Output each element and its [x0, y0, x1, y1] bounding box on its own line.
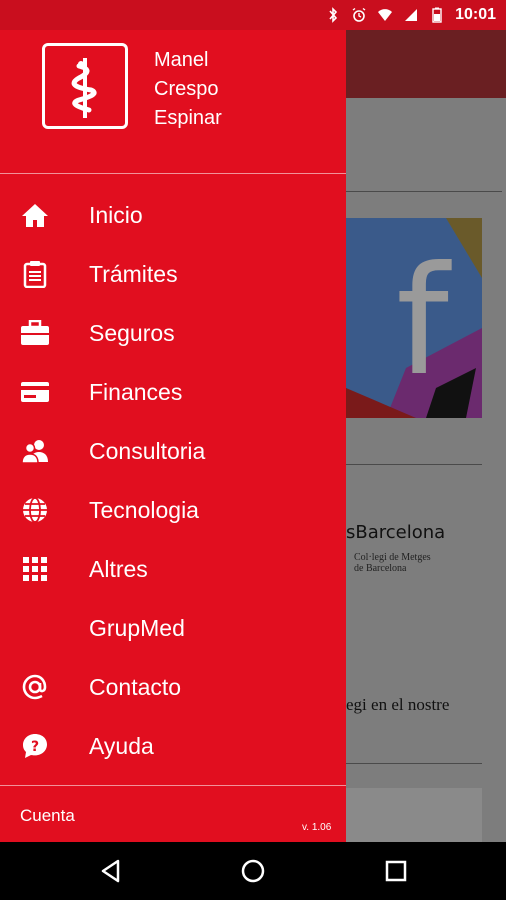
alarm-icon — [352, 7, 366, 22]
account-link[interactable]: Cuenta — [20, 806, 75, 826]
divider — [346, 191, 502, 192]
user-name-line: Espinar — [154, 107, 222, 129]
app-bar — [346, 30, 506, 98]
banner-art: f — [346, 218, 482, 418]
article-thumbnail[interactable] — [346, 788, 482, 842]
nav-label: Trámites — [89, 260, 178, 287]
divider — [346, 464, 482, 465]
nav-item-inicio[interactable]: Inicio — [0, 187, 346, 243]
recents-icon[interactable] — [381, 856, 411, 886]
status-bar: 10:01 — [0, 0, 506, 30]
user-name-line: Manel — [154, 49, 209, 71]
version-label: v. 1.06 — [302, 822, 332, 833]
nav-item-ayuda[interactable]: ? Ayuda — [0, 718, 346, 774]
clock: 10:01 — [455, 6, 496, 23]
footer-divider — [0, 785, 346, 786]
banner-letter: f — [396, 235, 452, 409]
org-name: sBarcelona — [346, 522, 446, 543]
wifi-icon — [378, 9, 393, 21]
home-button-icon[interactable] — [238, 856, 268, 886]
grid-icon — [20, 554, 50, 584]
back-icon[interactable] — [96, 856, 126, 886]
banner-image[interactable]: f — [346, 218, 482, 418]
nav-item-altres[interactable]: Altres — [0, 541, 346, 597]
credit-card-icon — [20, 377, 50, 407]
org-subtitle-line: Col·legi de Metges — [354, 552, 431, 563]
nav-label: Altres — [89, 555, 148, 582]
home-icon — [20, 200, 50, 230]
help-chat-icon: ? — [20, 731, 50, 761]
nav-item-consultoria[interactable]: Consultoria — [0, 423, 346, 479]
nav-label: Finances — [89, 378, 183, 405]
navigation-drawer: Manel Crespo Espinar Inicio Trámites Seg… — [0, 0, 346, 842]
org-subtitle-line: de Barcelona — [354, 563, 407, 574]
nav-label: GrupMed — [89, 614, 185, 641]
nav-item-tecnologia[interactable]: Tecnologia — [0, 482, 346, 538]
user-name: Manel Crespo Espinar — [154, 46, 222, 133]
signal-icon — [405, 9, 418, 21]
org-subtitle: Col·legi de Metges de Barcelona — [354, 552, 431, 574]
nav-item-tramites[interactable]: Trámites — [0, 246, 346, 302]
at-sign-icon — [20, 672, 50, 702]
nav-label: Contacto — [89, 673, 182, 700]
svg-text:?: ? — [31, 739, 39, 755]
clipboard-icon — [20, 259, 50, 289]
briefcase-icon — [20, 318, 50, 348]
nav-item-grupmed[interactable]: GrupMed — [0, 600, 346, 656]
globe-icon — [20, 495, 50, 525]
app-logo — [42, 43, 128, 129]
article-snippet: egi en el nostre — [346, 695, 450, 714]
nav-label: Inicio — [89, 201, 143, 228]
nav-label: Ayuda — [89, 732, 154, 759]
system-nav-bar — [0, 842, 506, 900]
caduceus-icon — [71, 58, 97, 118]
nav-item-contacto[interactable]: Contacto — [0, 659, 346, 715]
nav-item-finances[interactable]: Finances — [0, 364, 346, 420]
bluetooth-icon — [329, 7, 338, 23]
battery-icon — [432, 7, 442, 23]
user-name-line: Crespo — [154, 78, 219, 100]
nav-label: Seguros — [89, 319, 175, 346]
nav-label: Tecnologia — [89, 496, 199, 523]
background-content: f sBarcelona Col·legi de Metges de Barce… — [346, 30, 506, 842]
nav-label: Consultoria — [89, 437, 206, 464]
people-icon — [20, 436, 50, 466]
divider — [346, 763, 482, 764]
nav-item-seguros[interactable]: Seguros — [0, 305, 346, 361]
header-divider — [0, 173, 346, 174]
